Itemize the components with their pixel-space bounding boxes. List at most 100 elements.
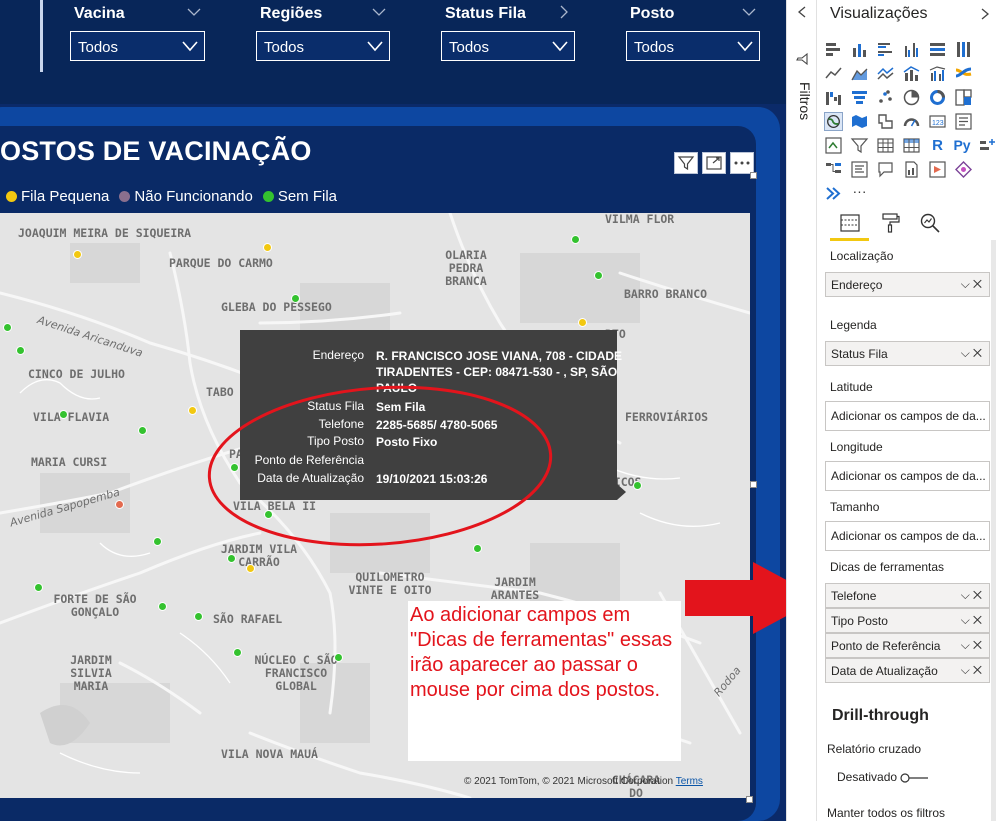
stacked-bar-chart-icon[interactable] <box>824 40 843 59</box>
paginated-report-icon[interactable] <box>902 160 921 179</box>
power-automate-icon[interactable] <box>954 160 973 179</box>
map-point[interactable] <box>264 510 273 519</box>
map-point[interactable] <box>578 318 587 327</box>
clustered-bar-chart-icon[interactable] <box>876 40 895 59</box>
slicer-dropdown[interactable]: Todos <box>256 31 390 61</box>
line-column-chart-icon[interactable] <box>902 64 921 83</box>
chevron-left-icon[interactable] <box>797 6 807 18</box>
map-point[interactable] <box>153 537 162 546</box>
chevron-down-icon[interactable] <box>187 5 201 19</box>
table-icon[interactable] <box>876 136 895 155</box>
donut-chart-icon[interactable] <box>928 88 947 107</box>
pane-scrollbar[interactable] <box>991 240 996 821</box>
100-percent-bar-chart-icon[interactable] <box>928 40 947 59</box>
legend-item[interactable]: Sem Fila <box>262 188 337 205</box>
filters-pane-collapsed[interactable]: Filtros <box>786 0 817 821</box>
100-percent-column-chart-icon[interactable] <box>954 40 973 59</box>
field-well-drop-zone[interactable]: Adicionar os campos de da... <box>825 521 990 551</box>
line-chart-icon[interactable] <box>824 64 843 83</box>
map-point[interactable] <box>233 648 242 657</box>
ribbon-chart-icon[interactable] <box>954 64 973 83</box>
map-point[interactable] <box>188 406 197 415</box>
fields-tab-icon[interactable] <box>839 212 861 234</box>
slicer-dropdown[interactable]: Todos <box>441 31 575 61</box>
slicer-dropdown[interactable]: Todos <box>70 31 205 61</box>
smart-narrative-icon[interactable] <box>876 160 895 179</box>
power-apps-icon[interactable] <box>928 160 947 179</box>
scatter-chart-icon[interactable] <box>876 88 895 107</box>
format-paint-roller-icon[interactable] <box>879 212 901 234</box>
area-chart-icon[interactable] <box>850 64 869 83</box>
stacked-column-chart-icon[interactable] <box>850 40 869 59</box>
focus-mode-icon[interactable] <box>702 152 726 174</box>
line-clustered-column-chart-icon[interactable] <box>928 64 947 83</box>
map-point[interactable] <box>227 554 236 563</box>
resize-handle[interactable] <box>750 172 757 179</box>
legend-item[interactable]: Não Funcionando <box>119 188 253 205</box>
resize-handle[interactable] <box>746 796 753 803</box>
map-visual-icon[interactable] <box>824 112 843 131</box>
chevron-down-close-icon[interactable]: ⌵✕ <box>961 638 985 653</box>
map-point[interactable] <box>158 602 167 611</box>
terms-link[interactable]: Terms <box>676 776 703 787</box>
chevron-right-icon[interactable] <box>979 8 991 20</box>
python-visual-icon[interactable]: Py <box>950 136 974 155</box>
chevron-down-close-icon[interactable]: ⌵✕ <box>961 663 985 678</box>
map-point[interactable] <box>633 481 642 490</box>
clustered-column-chart-icon[interactable] <box>902 40 921 59</box>
field-well-item[interactable]: Tipo Posto ⌵✕ <box>825 608 990 633</box>
chevron-down-icon[interactable] <box>372 5 386 19</box>
chevron-down-close-icon[interactable]: ⌵✕ <box>961 346 985 361</box>
field-well-drop-zone[interactable]: Adicionar os campos de da... <box>825 461 990 491</box>
chevron-down-icon[interactable] <box>742 5 756 19</box>
more-visuals-icon[interactable]: ··· <box>850 184 869 203</box>
chevron-down-close-icon[interactable]: ⌵✕ <box>961 613 985 628</box>
map-point[interactable] <box>334 653 343 662</box>
qna-icon[interactable] <box>850 160 869 179</box>
field-well-item[interactable]: Ponto de Referência ⌵✕ <box>825 633 990 658</box>
field-well-item[interactable]: Status Fila ⌵✕ <box>825 341 990 366</box>
map-point[interactable] <box>263 243 272 252</box>
card-icon[interactable]: 123 <box>928 112 947 131</box>
map-point[interactable] <box>73 250 82 259</box>
legend-item[interactable]: Fila Pequena <box>6 188 109 205</box>
kpi-icon[interactable] <box>824 136 843 155</box>
r-script-icon[interactable]: R <box>928 136 947 155</box>
multi-row-card-icon[interactable] <box>954 112 973 131</box>
map-point[interactable] <box>16 346 25 355</box>
chevron-down-close-icon[interactable]: ⌵✕ <box>961 277 985 292</box>
map-point[interactable] <box>194 612 203 621</box>
stacked-area-chart-icon[interactable] <box>876 64 895 83</box>
decomposition-tree-icon[interactable] <box>824 160 843 179</box>
chevron-down-close-icon[interactable]: ⌵✕ <box>961 588 985 603</box>
chevron-right-icon[interactable] <box>557 5 571 19</box>
analytics-magnifier-icon[interactable] <box>919 212 941 234</box>
slicer-dropdown[interactable]: Todos <box>626 31 760 61</box>
field-well-item[interactable]: Data de Atualização ⌵✕ <box>825 658 990 683</box>
pie-chart-icon[interactable] <box>902 88 921 107</box>
map-point[interactable] <box>59 410 68 419</box>
filter-icon[interactable] <box>674 152 698 174</box>
map-point[interactable] <box>3 323 12 332</box>
map-point[interactable] <box>34 583 43 592</box>
map-point[interactable] <box>473 544 482 553</box>
map-point[interactable] <box>115 500 124 509</box>
filled-map-icon[interactable] <box>850 112 869 131</box>
waterfall-chart-icon[interactable] <box>824 88 843 107</box>
resize-handle[interactable] <box>750 481 757 488</box>
field-well-item[interactable]: Telefone ⌵✕ <box>825 583 990 608</box>
map-point[interactable] <box>291 294 300 303</box>
power-automate-flow-icon[interactable] <box>824 184 843 203</box>
treemap-icon[interactable] <box>954 88 973 107</box>
cross-report-toggle[interactable] <box>900 773 929 783</box>
map-point[interactable] <box>138 426 147 435</box>
map-point[interactable] <box>246 564 255 573</box>
funnel-chart-icon[interactable] <box>850 88 869 107</box>
map-point[interactable] <box>594 271 603 280</box>
shape-map-icon[interactable] <box>876 112 895 131</box>
field-well-drop-zone[interactable]: Adicionar os campos de da... <box>825 401 990 431</box>
matrix-icon[interactable] <box>902 136 921 155</box>
slicer-icon[interactable] <box>850 136 869 155</box>
more-options-icon[interactable] <box>730 152 754 174</box>
key-influencers-icon[interactable] <box>978 136 997 155</box>
